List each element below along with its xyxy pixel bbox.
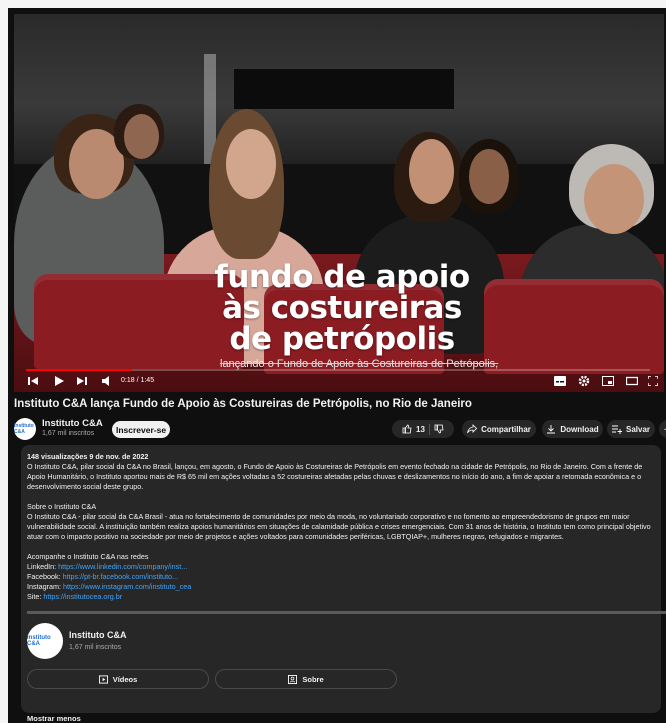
- subscribe-button[interactable]: Inscrever-se: [112, 421, 170, 438]
- site-label: Site:: [27, 592, 42, 601]
- channel-card-name[interactable]: Instituto C&A: [69, 630, 127, 640]
- player-controls: 0:18 / 1:45: [14, 374, 664, 392]
- caption-line-3: de petrópolis: [229, 321, 455, 357]
- channel-avatar[interactable]: instituto C&A: [14, 418, 36, 440]
- description-panel: 148 visualizações 9 de nov. de 2022 O In…: [21, 445, 666, 723]
- previous-icon[interactable]: [28, 376, 38, 386]
- videos-button[interactable]: Vídeos: [27, 669, 209, 689]
- instagram-label: Instagram:: [27, 582, 61, 591]
- description-paragraph-1: O Instituto C&A, pilar social da C&A no …: [27, 462, 643, 491]
- subtitles-icon[interactable]: [554, 376, 566, 386]
- thumbs-up-icon: [402, 424, 412, 434]
- share-icon: [467, 424, 478, 434]
- like-button[interactable]: 13: [402, 424, 425, 434]
- about-button[interactable]: Sobre: [215, 669, 397, 689]
- progress-fill: [26, 369, 133, 371]
- save-label: Salvar: [625, 424, 651, 434]
- videos-label: Vídeos: [112, 674, 138, 684]
- channel-card-subscribers: 1,67 mil inscritos: [69, 644, 122, 651]
- description-paragraph-2: O Instituto C&A - pilar social da C&A Br…: [27, 512, 651, 541]
- volume-icon[interactable]: [102, 376, 112, 386]
- time-display: 0:18 / 1:45: [121, 377, 155, 384]
- dislike-button[interactable]: [434, 424, 444, 434]
- channel-card-avatar[interactable]: instituto C&A: [27, 623, 63, 659]
- instagram-line: Instagram: https://www.instagram.com/ins…: [27, 582, 655, 592]
- save-button[interactable]: Salvar: [607, 420, 655, 438]
- channel-row: instituto C&A Instituto C&A 1,67 mil ins…: [14, 418, 666, 440]
- view-count-date: 148 visualizações 9 de nov. de 2022: [27, 452, 149, 461]
- channel-subscribers: 1,67 mil inscritos: [42, 430, 95, 437]
- next-icon[interactable]: [77, 376, 87, 386]
- like-dislike-group: 13: [392, 420, 454, 438]
- download-button[interactable]: Download: [542, 420, 603, 438]
- share-label: Compartilhar: [481, 424, 531, 434]
- facebook-label: Facebook:: [27, 572, 61, 581]
- about-label: Sobre: [302, 674, 324, 684]
- facebook-line: Facebook: https://pt-br.facebook.com/ins…: [27, 572, 655, 582]
- caption-line-1: fundo de apoio: [214, 259, 470, 295]
- theater-mode-icon[interactable]: [626, 376, 638, 386]
- more-actions-button[interactable]: ···: [659, 420, 666, 438]
- description-divider: [27, 611, 666, 614]
- add-to-playlist-icon: [611, 425, 622, 434]
- settings-gear-icon[interactable]: [578, 375, 590, 387]
- video-title: Instituto C&A lança Fundo de Apoio às Co…: [14, 398, 472, 410]
- download-label: Download: [560, 424, 599, 434]
- share-button[interactable]: Compartilhar: [462, 420, 536, 438]
- youtube-watch-page: fundo de apoio às costureiras de petrópo…: [8, 8, 666, 723]
- video-icon: [98, 674, 108, 684]
- play-icon[interactable]: [54, 376, 64, 386]
- linkedin-line: LinkedIn: https://www.linkedin.com/compa…: [27, 562, 655, 572]
- channel-name[interactable]: Instituto C&A: [42, 418, 103, 429]
- progress-bar[interactable]: [26, 369, 650, 371]
- about-heading: Sobre o Instituto C&A: [27, 502, 97, 511]
- caption-line-2: às costureiras: [222, 290, 462, 326]
- thumbs-down-icon: [434, 424, 444, 434]
- miniplayer-icon[interactable]: [602, 376, 614, 386]
- instagram-link[interactable]: https://www.instagram.com/instituto_cea: [63, 582, 191, 591]
- site-link[interactable]: https://institutocea.org.br: [43, 592, 122, 601]
- like-count: 13: [416, 424, 425, 434]
- description-text: 148 visualizações 9 de nov. de 2022 O In…: [27, 452, 655, 602]
- linkedin-label: LinkedIn:: [27, 562, 57, 571]
- fullscreen-icon[interactable]: [648, 376, 658, 386]
- show-less-button[interactable]: Mostrar menos: [27, 714, 81, 723]
- card-avatar-logo-text: instituto C&A: [27, 635, 51, 647]
- follow-heading: Acompanhe o Instituto C&A nas redes: [27, 552, 149, 561]
- download-icon: [547, 425, 556, 434]
- facebook-link[interactable]: https://pt-br.facebook.com/instituto...: [63, 572, 178, 581]
- site-line: Site: https://institutocea.org.br: [27, 592, 655, 602]
- video-overlay-caption: fundo de apoio às costureiras de petrópo…: [142, 262, 542, 355]
- profile-icon: [288, 674, 298, 684]
- avatar-logo-text: instituto C&A: [14, 423, 34, 435]
- linkedin-link[interactable]: https://www.linkedin.com/company/inst...: [58, 562, 187, 571]
- video-player[interactable]: fundo de apoio às costureiras de petrópo…: [14, 14, 664, 392]
